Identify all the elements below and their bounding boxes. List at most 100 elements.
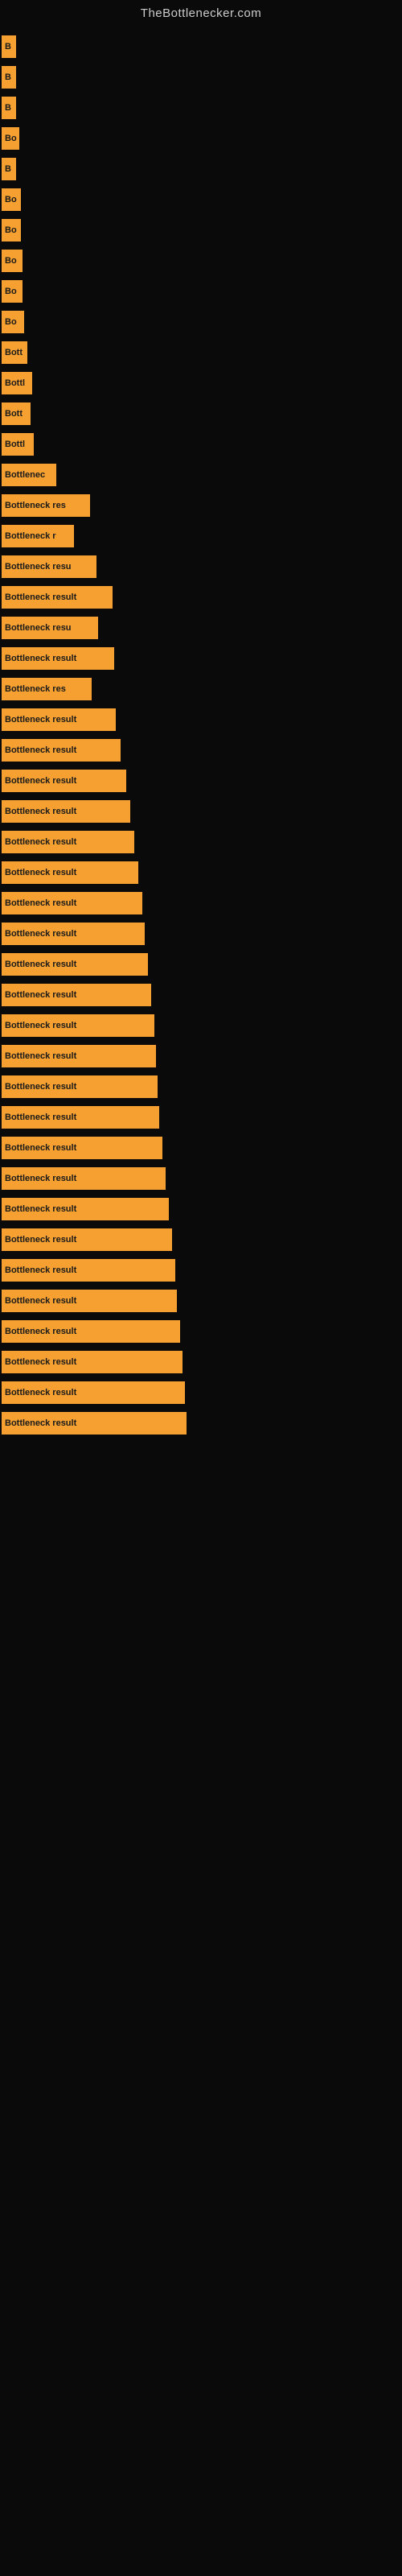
bar-row: Bottleneck res	[2, 674, 402, 704]
bar-row: Bo	[2, 215, 402, 246]
bar-spacer	[24, 311, 402, 333]
bar-spacer	[23, 250, 402, 272]
bar-spacer	[98, 617, 402, 639]
bar-spacer	[180, 1320, 402, 1343]
bar-row: Bottleneck result	[2, 1377, 402, 1408]
bar-label: Bo	[2, 127, 19, 150]
bar-label: Bottleneck result	[2, 647, 114, 670]
bar-spacer	[90, 494, 402, 517]
bar-spacer	[138, 861, 402, 884]
bar-row: Bottleneck result	[2, 919, 402, 949]
bar-label: B	[2, 35, 16, 58]
bar-label: Bottleneck result	[2, 892, 142, 914]
bar-row: Bottleneck result	[2, 1286, 402, 1316]
bar-row: Bottleneck result	[2, 827, 402, 857]
bar-label: Bo	[2, 219, 21, 242]
bar-row: Bott	[2, 398, 402, 429]
bar-row: Bo	[2, 184, 402, 215]
bar-label: Bottleneck result	[2, 1075, 158, 1098]
bar-spacer	[151, 984, 402, 1006]
bar-row: B	[2, 154, 402, 184]
bar-row: Bottleneck resu	[2, 551, 402, 582]
bar-row: Bottleneck result	[2, 1194, 402, 1224]
bar-spacer	[172, 1228, 402, 1251]
bar-label: Bottleneck result	[2, 1381, 185, 1404]
bar-row: Bottleneck result	[2, 1163, 402, 1194]
bar-label: Bottleneck result	[2, 1137, 162, 1159]
bar-row: Bottleneck result	[2, 1133, 402, 1163]
bar-label: Bottleneck res	[2, 678, 92, 700]
bar-spacer	[142, 892, 402, 914]
bar-row: Bottleneck result	[2, 1071, 402, 1102]
bar-row: Bottleneck resu	[2, 613, 402, 643]
bar-spacer	[154, 1014, 402, 1037]
bar-label: Bottleneck result	[2, 708, 116, 731]
bar-spacer	[159, 1106, 402, 1129]
bar-spacer	[16, 66, 402, 89]
bar-row: Bottleneck result	[2, 1316, 402, 1347]
bar-row: B	[2, 62, 402, 93]
bar-label: Bo	[2, 311, 24, 333]
bar-spacer	[19, 127, 402, 150]
bar-row: Bottleneck result	[2, 1010, 402, 1041]
bar-spacer	[34, 433, 402, 456]
bar-spacer	[96, 555, 402, 578]
bar-row: B	[2, 31, 402, 62]
bar-spacer	[148, 953, 402, 976]
bar-spacer	[32, 372, 402, 394]
bar-row: Bo	[2, 123, 402, 154]
bar-row: Bottleneck result	[2, 582, 402, 613]
bar-row: Bottleneck result	[2, 766, 402, 796]
bar-label: Bottleneck result	[2, 800, 130, 823]
bar-spacer	[27, 341, 402, 364]
bar-label: Bottleneck result	[2, 1412, 187, 1435]
bar-spacer	[187, 1412, 402, 1435]
bar-row: Bottleneck result	[2, 1408, 402, 1439]
bar-label: Bottl	[2, 433, 34, 456]
bar-label: B	[2, 66, 16, 89]
bar-row: Bottleneck result	[2, 643, 402, 674]
bar-label: Bottlenec	[2, 464, 56, 486]
bar-spacer	[21, 219, 402, 242]
bar-label: Bottleneck result	[2, 984, 151, 1006]
bar-label: Bottleneck result	[2, 739, 121, 762]
bar-label: Bottleneck result	[2, 1167, 166, 1190]
bar-row: Bottleneck result	[2, 980, 402, 1010]
bar-label: Bottleneck result	[2, 1106, 159, 1129]
bar-label: Bottleneck resu	[2, 555, 96, 578]
bar-label: Bottleneck resu	[2, 617, 98, 639]
bar-label: Bottleneck result	[2, 831, 134, 853]
bar-row: Bottleneck result	[2, 1041, 402, 1071]
bar-label: B	[2, 97, 16, 119]
bar-spacer	[74, 525, 402, 547]
bar-row: Bott	[2, 337, 402, 368]
bar-spacer	[166, 1167, 402, 1190]
bar-label: Bottleneck result	[2, 923, 145, 945]
bar-spacer	[16, 158, 402, 180]
site-title-container: TheBottlenecker.com	[0, 0, 402, 23]
bar-label: Bottleneck r	[2, 525, 74, 547]
bar-label: Bo	[2, 188, 21, 211]
bar-row: Bottlenec	[2, 460, 402, 490]
bar-spacer	[56, 464, 402, 486]
bar-spacer	[169, 1198, 402, 1220]
bar-label: Bo	[2, 250, 23, 272]
bar-spacer	[21, 188, 402, 211]
bar-label: Bottleneck result	[2, 1228, 172, 1251]
bar-row: Bottleneck result	[2, 796, 402, 827]
bar-label: Bottleneck result	[2, 770, 126, 792]
bar-label: Bottleneck result	[2, 1290, 177, 1312]
bar-spacer	[145, 923, 402, 945]
bar-label: Bottleneck result	[2, 953, 148, 976]
bar-row: Bottleneck result	[2, 949, 402, 980]
bar-label: Bottleneck res	[2, 494, 90, 517]
bar-row: Bottleneck result	[2, 857, 402, 888]
bar-row: Bottleneck result	[2, 1347, 402, 1377]
bar-row: Bottleneck result	[2, 1224, 402, 1255]
bar-spacer	[177, 1290, 402, 1312]
bar-label: Bottleneck result	[2, 1259, 175, 1282]
bar-row: Bottleneck r	[2, 521, 402, 551]
bar-spacer	[175, 1259, 402, 1282]
bar-spacer	[126, 770, 402, 792]
bar-label: Bottleneck result	[2, 1320, 180, 1343]
